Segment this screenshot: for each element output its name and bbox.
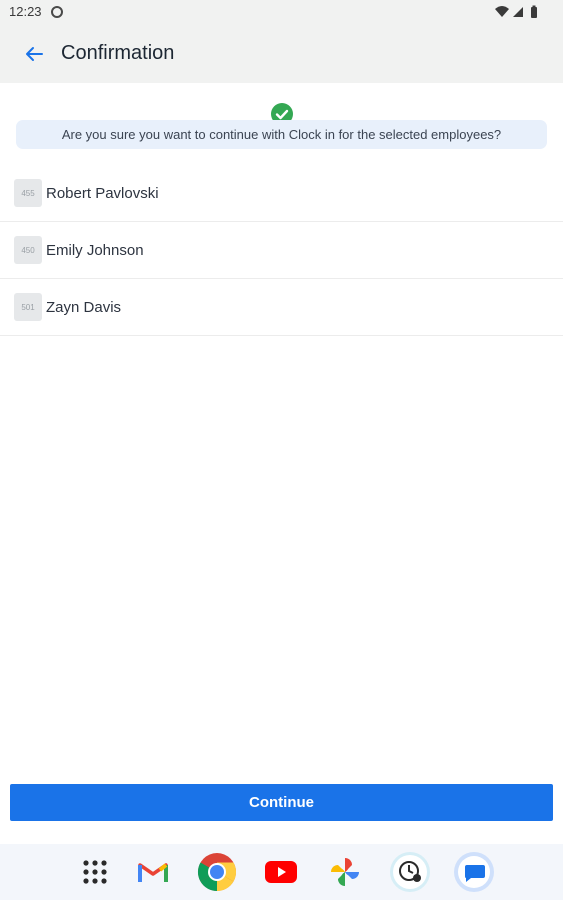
status-bar: 12:23: [0, 0, 563, 24]
notification-icon: [51, 6, 63, 18]
employee-id-badge: 455: [14, 179, 42, 207]
app-bar: Confirmation: [0, 24, 563, 83]
clock-app-icon[interactable]: [388, 850, 432, 894]
signal-icon: [513, 7, 523, 17]
arrow-back-icon: [26, 47, 43, 61]
battery-icon: [531, 5, 537, 18]
employee-name: Emily Johnson: [46, 241, 144, 259]
employee-id-badge: 450: [14, 236, 42, 264]
app-drawer-icon[interactable]: [73, 850, 117, 894]
wifi-icon: [495, 6, 509, 17]
list-item[interactable]: 455 Robert Pavlovski: [0, 165, 563, 222]
back-button[interactable]: [20, 40, 48, 68]
photos-icon[interactable]: [323, 850, 367, 894]
gmail-icon[interactable]: [131, 850, 175, 894]
youtube-icon[interactable]: [259, 850, 303, 894]
messages-icon[interactable]: [452, 850, 496, 894]
status-time: 12:23: [9, 4, 42, 19]
employee-name: Zayn Davis: [46, 298, 122, 316]
employee-name: Robert Pavlovski: [46, 184, 159, 202]
confirmation-banner: Are you sure you want to continue with C…: [16, 120, 547, 149]
employee-list: 455 Robert Pavlovski 450 Emily Johnson 5…: [0, 165, 563, 336]
status-icons: [495, 5, 541, 19]
chrome-icon[interactable]: [195, 850, 239, 894]
app-dock: [0, 844, 563, 900]
page-title: Confirmation: [61, 42, 175, 64]
continue-button[interactable]: Continue: [10, 784, 553, 821]
employee-id-badge: 501: [14, 293, 42, 321]
list-item[interactable]: 501 Zayn Davis: [0, 279, 563, 336]
list-item[interactable]: 450 Emily Johnson: [0, 222, 563, 279]
